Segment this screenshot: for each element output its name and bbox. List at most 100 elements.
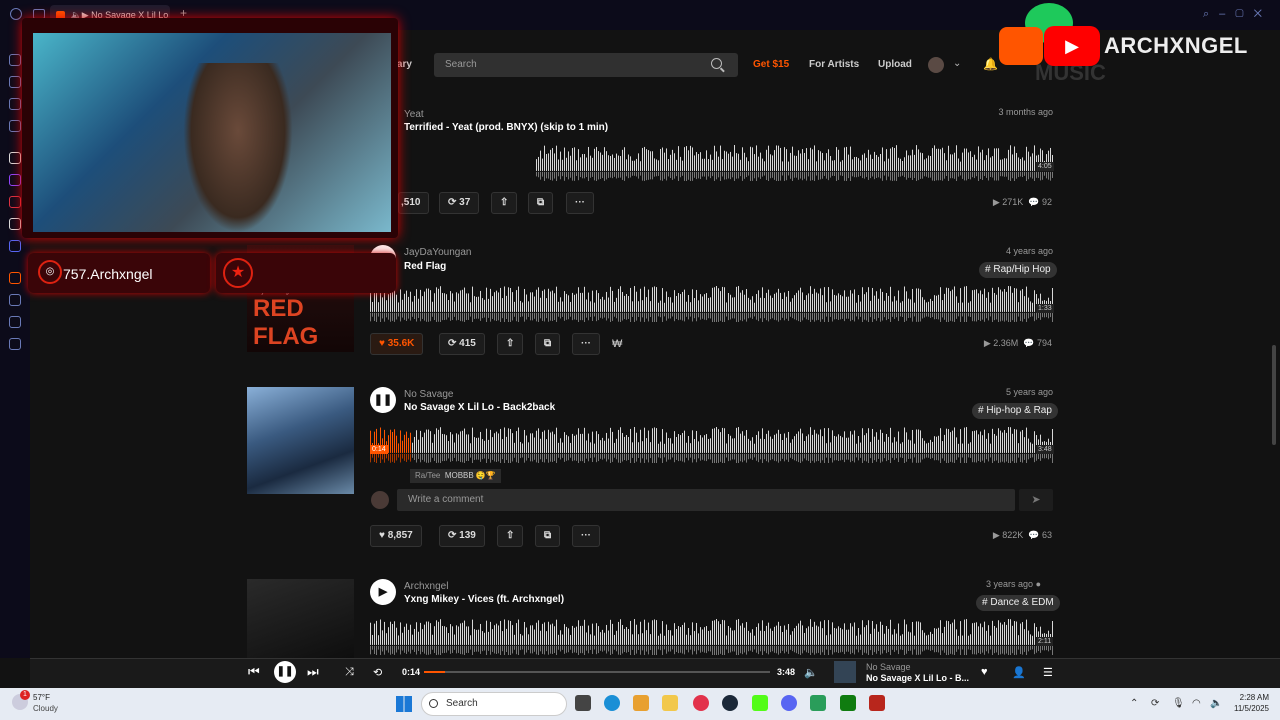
shuffle-icon[interactable]: ⤨ [345, 666, 354, 679]
discord-icon[interactable] [781, 695, 797, 711]
track-artwork[interactable] [247, 579, 354, 658]
get-15-link[interactable]: Get $15 [753, 59, 789, 70]
player-artist[interactable]: No Savage [866, 662, 911, 672]
share-button[interactable]: ⇧ [497, 525, 524, 547]
next-icon[interactable]: ⏭ [307, 664, 319, 680]
share-button[interactable]: ⇧ [497, 333, 524, 355]
repost-button[interactable]: ⟳ 139 [439, 525, 485, 547]
genre-tag[interactable]: # Hip-hop & Rap [972, 403, 1058, 419]
track-waveform[interactable] [536, 145, 1053, 181]
track-waveform[interactable] [370, 286, 1053, 322]
kick-icon[interactable] [752, 695, 768, 711]
sidebar-soundcloud-icon[interactable] [9, 272, 21, 284]
pause-button[interactable]: ❚❚ [370, 387, 396, 413]
buy-icon[interactable]: ₩ [612, 338, 622, 350]
track-stats: ▶ 822K 💬 63 [992, 530, 1052, 540]
upload-link[interactable]: Upload [878, 59, 912, 70]
copilot-icon[interactable] [633, 695, 649, 711]
windows-start-icon[interactable] [396, 696, 412, 712]
player-duration: 3:48 [777, 667, 796, 677]
tray-chevron-icon[interactable]: ⌃ [1130, 698, 1138, 709]
player-progress-track[interactable] [424, 671, 770, 673]
repost-button[interactable]: ⟳ 37 [439, 192, 480, 214]
copy-link-button[interactable]: ⧉ [535, 525, 561, 547]
track-duration: 4:05 [1036, 162, 1054, 171]
like-button[interactable]: ,510 [398, 192, 430, 214]
sidebar-workspace-icon[interactable] [9, 76, 21, 88]
sidebar-x-icon[interactable] [9, 218, 21, 230]
sidebar-discord-icon[interactable] [9, 240, 21, 252]
genre-tag[interactable]: # Rap/Hip Hop [979, 262, 1057, 278]
player-title[interactable]: No Savage X Lil Lo - B... [866, 673, 969, 683]
copy-link-button[interactable]: ⧉ [528, 192, 554, 214]
previous-icon[interactable]: ⏮ [248, 664, 260, 680]
like-button[interactable]: ♥ 8,857 [370, 525, 422, 547]
track-title[interactable]: Yxng Mikey - Vices (ft. Archxngel) [404, 594, 564, 605]
search-icon[interactable] [711, 58, 722, 69]
tray-sync-icon[interactable]: ⟳ [1151, 698, 1159, 709]
taskbar-search[interactable]: Search [421, 692, 567, 716]
window-controls[interactable]: ⌕–▢✕ [1203, 8, 1272, 21]
track-waveform[interactable] [370, 427, 1053, 463]
weather-temp[interactable]: 57°F [33, 693, 50, 702]
file-explorer-icon[interactable] [662, 695, 678, 711]
clock-date[interactable]: 11/5/2025 [1219, 704, 1269, 713]
taskview-icon[interactable] [575, 695, 591, 711]
player-pause-button[interactable]: ❚❚ [274, 661, 296, 683]
notification-bell-icon[interactable]: 🔔 [983, 57, 998, 71]
more-button[interactable]: ··· [572, 525, 600, 547]
copy-link-button[interactable]: ⧉ [535, 333, 561, 355]
player-artwork[interactable] [834, 661, 856, 683]
track-artist[interactable]: Yeat [404, 109, 424, 120]
sidebar-messenger-icon[interactable] [9, 120, 21, 132]
search-input[interactable]: Search [434, 53, 738, 77]
track-title[interactable]: No Savage X Lil Lo - Back2back [404, 402, 555, 413]
microphone-icon[interactable]: 🎙 [1172, 698, 1185, 709]
opera-logo-icon[interactable] [10, 8, 22, 20]
app-icon[interactable] [869, 695, 885, 711]
track-artist[interactable]: Archxngel [404, 581, 448, 592]
track-waveform[interactable] [370, 619, 1053, 655]
sidebar-twitch-icon[interactable] [9, 174, 21, 186]
for-artists-link[interactable]: For Artists [809, 59, 859, 70]
send-icon[interactable]: ➤ [1019, 489, 1053, 511]
sidebar-history-icon[interactable] [9, 54, 21, 66]
genre-tag[interactable]: # Dance & EDM [976, 595, 1060, 611]
wifi-icon[interactable]: ◠ [1192, 698, 1201, 709]
xbox-icon[interactable] [840, 695, 856, 711]
like-button[interactable]: ♥ 35.6K [370, 333, 424, 355]
track-artist[interactable]: JayDaYoungan [404, 247, 471, 258]
steam-icon[interactable] [722, 695, 738, 711]
sidebar-clock-icon[interactable] [9, 294, 21, 306]
volume-icon[interactable]: 🔈 [804, 666, 818, 679]
follow-icon[interactable]: 👤 [1012, 666, 1026, 679]
user-avatar[interactable] [928, 57, 944, 73]
share-button[interactable]: ⇧ [491, 192, 518, 214]
weather-desc[interactable]: Cloudy [33, 704, 58, 713]
sidebar-settings-icon[interactable] [9, 338, 21, 350]
sidebar-pin-icon[interactable] [9, 98, 21, 110]
track-ago: 5 years ago [1005, 387, 1053, 397]
repeat-icon[interactable]: ⟲ [373, 666, 382, 679]
chevron-down-icon[interactable]: ⌄ [953, 58, 961, 69]
player-like-icon[interactable]: ♥ [981, 666, 988, 678]
sidebar-chat-icon[interactable] [9, 316, 21, 328]
edge-icon[interactable] [604, 695, 620, 711]
waveform-comment[interactable]: Ra/Tee MOBBB 🤤🏆 [410, 469, 501, 483]
queue-icon[interactable]: ☰ [1043, 666, 1053, 679]
chat-app-icon[interactable] [810, 695, 826, 711]
track-artwork[interactable] [247, 387, 354, 494]
scrollbar-thumb[interactable] [1272, 345, 1276, 445]
opera-gx-icon[interactable] [693, 695, 709, 711]
clock-time[interactable]: 2:28 AM [1229, 693, 1269, 702]
track-artist[interactable]: No Savage [404, 389, 453, 400]
play-button[interactable]: ▶ [370, 579, 396, 605]
track-title[interactable]: Terrified - Yeat (prod. BNYX) (skip to 1… [404, 122, 608, 133]
more-button[interactable]: ··· [566, 192, 594, 214]
more-button[interactable]: ··· [572, 333, 600, 355]
sidebar-aria-icon[interactable] [9, 152, 21, 164]
track-title[interactable]: Red Flag [404, 261, 446, 272]
sidebar-instagram-icon[interactable] [9, 196, 21, 208]
comment-input[interactable]: Write a comment [397, 489, 1015, 511]
repost-button[interactable]: ⟳ 415 [439, 333, 485, 355]
